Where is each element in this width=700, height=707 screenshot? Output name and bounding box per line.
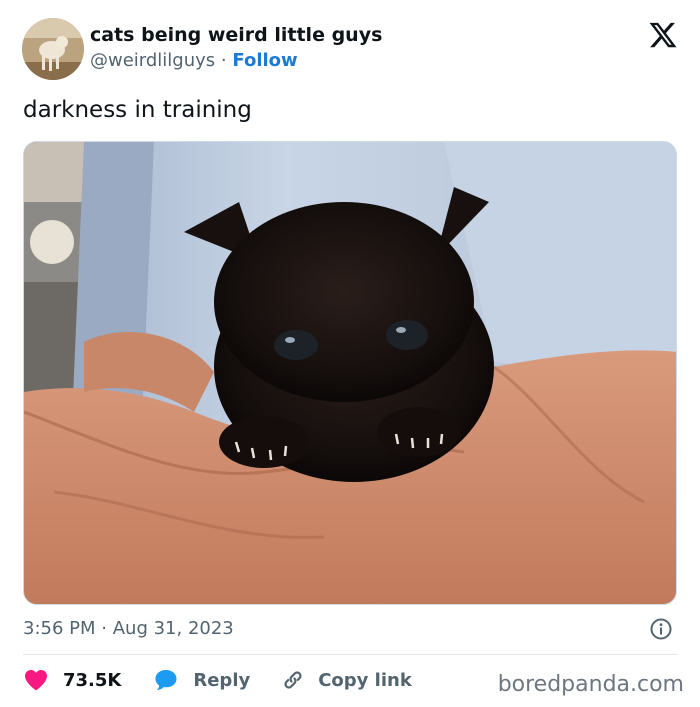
info-icon[interactable] (649, 617, 673, 641)
avatar[interactable] (22, 18, 84, 80)
follow-button[interactable]: Follow (232, 50, 297, 71)
reply-label: Reply (193, 669, 251, 691)
avatar-cat-image (22, 18, 84, 80)
tweet-photo[interactable] (23, 141, 677, 605)
kitten-photo-illustration (24, 142, 676, 604)
reply-button[interactable]: Reply (153, 667, 250, 693)
tweet-text: darkness in training (23, 97, 252, 123)
handle[interactable]: @weirdlilguys (90, 50, 215, 71)
timestamp[interactable]: 3:56 PM · Aug 31, 2023 (23, 618, 234, 639)
handle-separator: · (220, 50, 227, 71)
link-icon (280, 667, 306, 693)
author-block: cats being weird little guys @weirdlilgu… (90, 22, 382, 74)
watermark: boredpanda.com (497, 672, 684, 697)
like-count: 73.5K (63, 669, 122, 691)
like-button[interactable]: 73.5K (23, 667, 121, 693)
divider (23, 654, 677, 655)
heart-icon (23, 667, 49, 693)
handle-row: @weirdlilguys · Follow (90, 48, 382, 74)
timestamp-separator: · (101, 618, 107, 639)
copy-link-label: Copy link (318, 669, 412, 691)
speech-bubble-icon (153, 667, 179, 693)
timestamp-row: 3:56 PM · Aug 31, 2023 (23, 614, 677, 644)
display-name[interactable]: cats being weird little guys (90, 22, 382, 48)
tweet-date: Aug 31, 2023 (112, 618, 234, 639)
copy-link-button[interactable]: Copy link (280, 667, 412, 693)
action-bar: 73.5K Reply Copy link (23, 664, 412, 696)
x-logo-icon[interactable] (648, 20, 678, 50)
tweet-time: 3:56 PM (23, 618, 96, 639)
tweet-card: cats being weird little guys @weirdlilgu… (0, 0, 700, 707)
